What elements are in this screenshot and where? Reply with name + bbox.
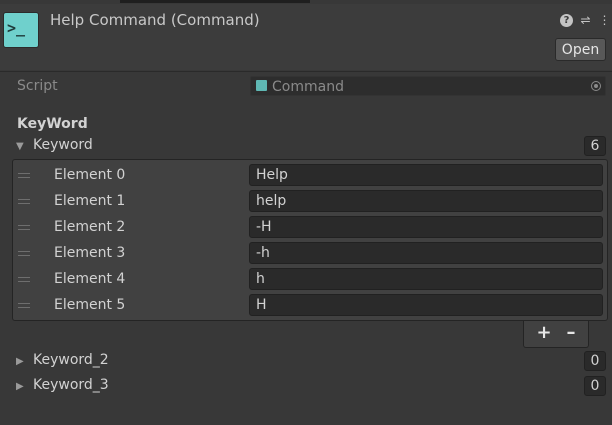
object-title: Help Command (Command): [50, 11, 260, 29]
open-button[interactable]: Open: [555, 38, 606, 61]
active-tab-indicator: [120, 0, 310, 3]
object-picker-icon[interactable]: [591, 81, 601, 91]
element-value-input[interactable]: -H: [249, 216, 603, 238]
list-add-remove-footer: + –: [523, 321, 589, 348]
drag-handle-icon[interactable]: [18, 303, 30, 308]
drag-handle-icon[interactable]: [18, 251, 30, 256]
keyword-2-size-field[interactable]: 0: [584, 351, 606, 371]
list-item: Element 1 help: [0, 190, 612, 214]
element-value-input[interactable]: Help: [249, 164, 603, 186]
kebab-menu-icon[interactable]: ⋮: [598, 14, 611, 27]
keyword-size-field[interactable]: 6: [584, 136, 606, 156]
element-label: Element 4: [54, 271, 126, 287]
script-row: Script Command: [0, 76, 612, 98]
element-label: Element 3: [54, 245, 126, 261]
list-item: Element 5 H: [0, 294, 612, 318]
drag-handle-icon[interactable]: [18, 173, 30, 178]
help-icon[interactable]: ?: [560, 14, 573, 27]
element-value-input[interactable]: h: [249, 268, 603, 290]
drag-handle-icon[interactable]: [18, 277, 30, 282]
header-divider: [0, 71, 612, 72]
foldout-collapsed-icon[interactable]: ▶: [16, 356, 24, 367]
section-header-keyword: KeyWord: [17, 116, 88, 132]
element-value-input[interactable]: H: [249, 294, 603, 316]
keyword-3-foldout[interactable]: ▶ Keyword_3 0: [0, 376, 612, 398]
element-label: Element 1: [54, 193, 126, 209]
keyword-2-label: Keyword_2: [33, 352, 109, 368]
keyword-foldout[interactable]: ▼ Keyword 6: [0, 136, 612, 158]
script-object-field[interactable]: Command: [250, 76, 606, 96]
keyword-3-size-field[interactable]: 0: [584, 376, 606, 396]
inspector-header: >_ Help Command (Command) ? ⇌ ⋮ Open: [0, 4, 612, 70]
script-value: Command: [272, 79, 344, 95]
add-element-button[interactable]: +: [534, 323, 554, 343]
remove-element-button[interactable]: –: [561, 323, 581, 343]
foldout-collapsed-icon[interactable]: ▶: [16, 381, 24, 392]
element-label: Element 2: [54, 219, 126, 235]
keyword-2-foldout[interactable]: ▶ Keyword_2 0: [0, 351, 612, 373]
list-item: Element 2 -H: [0, 216, 612, 240]
drag-handle-icon[interactable]: [18, 225, 30, 230]
presets-icon[interactable]: ⇌: [579, 14, 592, 27]
element-value-input[interactable]: -h: [249, 242, 603, 264]
drag-handle-icon[interactable]: [18, 199, 30, 204]
list-item: Element 0 Help: [0, 164, 612, 188]
element-label: Element 0: [54, 167, 126, 183]
element-label: Element 5: [54, 297, 126, 313]
list-item: Element 3 -h: [0, 242, 612, 266]
element-value-input[interactable]: help: [249, 190, 603, 212]
list-item: Element 4 h: [0, 268, 612, 292]
terminal-prompt-icon: >_: [3, 12, 39, 48]
script-label: Script: [17, 78, 58, 94]
keyword-label: Keyword: [33, 137, 93, 153]
keyword-3-label: Keyword_3: [33, 377, 109, 393]
foldout-expanded-icon[interactable]: ▼: [16, 141, 24, 152]
script-file-icon: [256, 80, 267, 91]
